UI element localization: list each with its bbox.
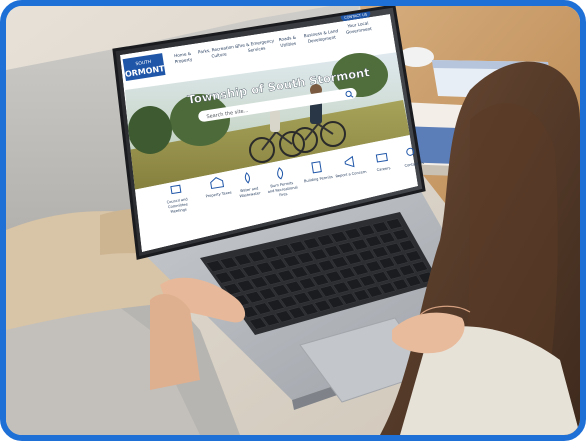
laptop-photo: SOUTH ORMONT Home & Property Parks, Recr… (6, 6, 580, 435)
photo-frame: SOUTH ORMONT Home & Property Parks, Recr… (0, 0, 586, 441)
